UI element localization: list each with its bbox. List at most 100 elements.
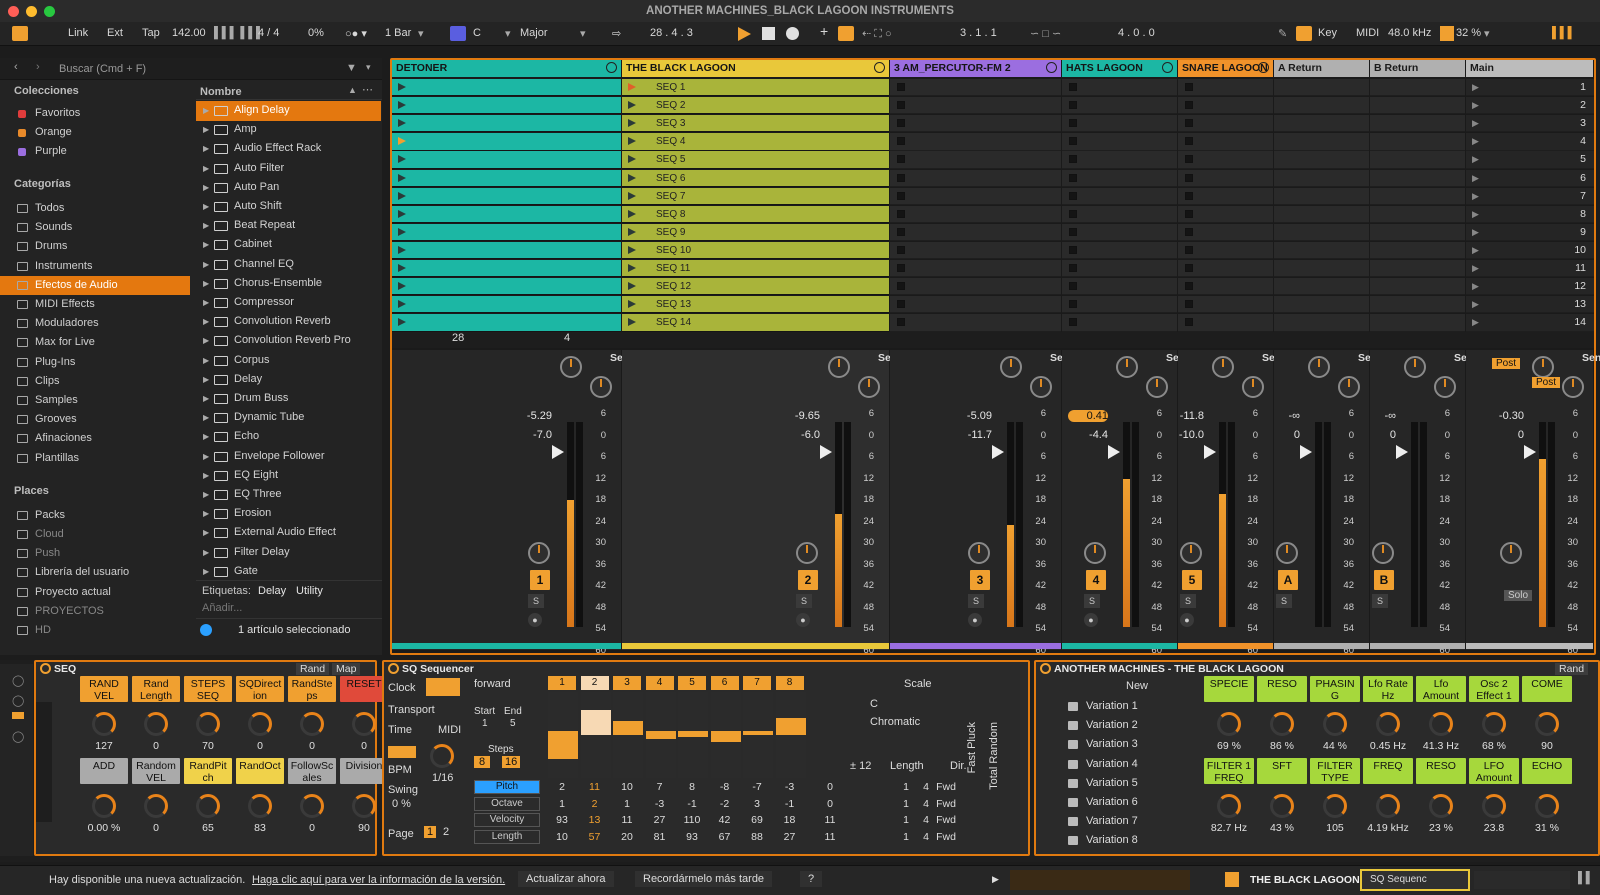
- tap-button[interactable]: Tap: [142, 27, 160, 39]
- clip-launch-icon[interactable]: [628, 264, 636, 272]
- clip-launch-icon[interactable]: [628, 209, 636, 218]
- expand-arrow-icon[interactable]: ▶: [203, 543, 209, 563]
- row-length-col[interactable]: Fwd: [936, 831, 956, 843]
- empty-clip-slot[interactable]: [1062, 97, 1177, 115]
- track-activator-button[interactable]: B: [1374, 570, 1394, 590]
- expand-arrow-icon[interactable]: ▶: [203, 370, 209, 390]
- place-item[interactable]: Proyecto actual: [0, 583, 194, 602]
- play-icon[interactable]: ▶: [992, 874, 999, 885]
- scene-slot[interactable]: ▶ 4: [1466, 133, 1594, 151]
- am-bottom-param[interactable]: ECHO: [1522, 758, 1572, 784]
- device-list-item[interactable]: ▶ Channel EQ: [196, 255, 381, 275]
- send-a-knob[interactable]: [1532, 356, 1554, 378]
- clip-slot[interactable]: SEQ 8: [622, 205, 889, 223]
- forward-arrow-icon[interactable]: ›: [36, 61, 40, 73]
- am-bottom-knob[interactable]: [1323, 794, 1347, 818]
- empty-clip-slot[interactable]: [1178, 205, 1273, 223]
- empty-clip-slot[interactable]: [1178, 79, 1273, 97]
- clip-slot[interactable]: [392, 241, 621, 260]
- seq-bottom-button[interactable]: RandOct: [236, 758, 284, 784]
- scene-slot[interactable]: ▶ 14: [1466, 314, 1594, 332]
- clip-launch-icon[interactable]: [628, 282, 636, 291]
- am-bottom-param[interactable]: LFO Amount: [1469, 758, 1519, 784]
- clip-stop-icon[interactable]: [1185, 101, 1193, 110]
- link-button[interactable]: Link: [68, 27, 88, 39]
- step-value[interactable]: 2: [581, 798, 609, 810]
- groove-amount[interactable]: 0%: [308, 27, 324, 39]
- zoom-window-button[interactable]: [44, 6, 55, 17]
- solo-button[interactable]: S: [796, 594, 812, 608]
- volume-fader-handle[interactable]: [1300, 445, 1312, 459]
- track-header[interactable]: B Return: [1370, 60, 1465, 77]
- step-column[interactable]: [678, 692, 708, 778]
- step-value[interactable]: 67: [711, 831, 739, 843]
- seq-top-knob[interactable]: [352, 712, 376, 736]
- scene-launch-icon[interactable]: ▶: [1472, 154, 1479, 165]
- step-value[interactable]: 27: [646, 814, 674, 826]
- pan-knob[interactable]: [1500, 542, 1522, 564]
- send-b-knob[interactable]: [1030, 376, 1052, 398]
- empty-clip-slot[interactable]: [1370, 205, 1465, 223]
- device-list-item[interactable]: ▶ Amp: [196, 120, 381, 140]
- name-column-header[interactable]: Nombre ▲ ⋯: [196, 83, 382, 100]
- am-bottom-param[interactable]: RESO: [1416, 758, 1466, 784]
- empty-clip-slot[interactable]: [1178, 97, 1273, 115]
- collection-favoritos[interactable]: Favoritos: [0, 104, 194, 123]
- clip-stop-icon[interactable]: [897, 227, 905, 236]
- place-item[interactable]: Push: [0, 544, 194, 563]
- seq-top-knob[interactable]: [144, 712, 168, 736]
- empty-clip-slot[interactable]: [1274, 278, 1369, 296]
- clip-stop-icon[interactable]: [1185, 83, 1193, 91]
- device-power-icon[interactable]: [40, 663, 51, 674]
- place-item[interactable]: Librería del usuario: [0, 563, 194, 582]
- variation-item[interactable]: Variation 1: [1086, 700, 1138, 712]
- device-thumbnails[interactable]: [1474, 871, 1570, 889]
- clip-slot[interactable]: [392, 314, 621, 332]
- empty-clip-slot[interactable]: [890, 205, 1061, 223]
- track-volume[interactable]: -9.65: [780, 410, 820, 422]
- row-label[interactable]: Pitch: [474, 780, 540, 794]
- track-volume[interactable]: -5.29: [512, 410, 552, 422]
- scene-launch-icon[interactable]: ▶: [1472, 281, 1479, 292]
- device-list-item[interactable]: ▶ Corpus: [196, 351, 381, 371]
- clip-launch-icon[interactable]: [628, 245, 636, 254]
- clip-slot[interactable]: SEQ 2: [622, 97, 889, 115]
- variation-item[interactable]: Variation 7: [1086, 815, 1138, 827]
- selected-device-tab[interactable]: SQ Sequenc: [1360, 869, 1470, 891]
- solo-button[interactable]: S: [968, 594, 984, 608]
- empty-clip-slot[interactable]: [1370, 223, 1465, 242]
- solo-button[interactable]: S: [1276, 594, 1292, 608]
- solo-button[interactable]: S: [1084, 594, 1100, 608]
- row-label[interactable]: Velocity: [474, 813, 540, 827]
- row-extra[interactable]: 0: [816, 798, 844, 810]
- device-list-item[interactable]: ▶ Audio Effect Rack: [196, 139, 381, 159]
- place-item[interactable]: Packs: [0, 506, 194, 525]
- track-header[interactable]: HATS LAGOON: [1062, 60, 1177, 77]
- device-list-item[interactable]: ▶ Envelope Follower: [196, 447, 381, 467]
- pan-knob[interactable]: [1372, 542, 1394, 564]
- am-top-knob[interactable]: [1270, 712, 1294, 736]
- overview-icon[interactable]: ▌▌▌: [1552, 27, 1575, 39]
- remind-later-button[interactable]: Recordármelo más tarde: [635, 871, 773, 887]
- clip-launch-icon[interactable]: [628, 300, 636, 309]
- clip-stop-icon[interactable]: [1069, 101, 1077, 110]
- am-rand-button[interactable]: Rand: [1555, 663, 1589, 675]
- expand-arrow-icon[interactable]: ▶: [203, 255, 209, 275]
- song-position[interactable]: 28 . 4 . 3: [650, 27, 693, 39]
- clip-launch-icon[interactable]: [628, 318, 636, 327]
- clip-slot[interactable]: SEQ 12: [622, 278, 889, 296]
- row-length-col[interactable]: 4: [916, 781, 936, 793]
- track-activator-button[interactable]: 5: [1182, 570, 1202, 590]
- collection-orange[interactable]: Orange: [0, 123, 194, 142]
- minimize-window-button[interactable]: [26, 6, 37, 17]
- clip-launch-icon[interactable]: [628, 191, 636, 200]
- variation-lock-icon[interactable]: [1068, 836, 1078, 846]
- add-icon[interactable]: +: [820, 23, 828, 39]
- send-a-knob[interactable]: [828, 356, 850, 378]
- send-a-knob[interactable]: [1000, 356, 1022, 378]
- seq-top-button[interactable]: RandSte ps: [288, 676, 336, 702]
- send-a-knob[interactable]: [1308, 356, 1330, 378]
- clip-slot[interactable]: [392, 79, 621, 97]
- clip-launch-icon[interactable]: [628, 101, 636, 110]
- clip-stop-icon[interactable]: [897, 191, 905, 200]
